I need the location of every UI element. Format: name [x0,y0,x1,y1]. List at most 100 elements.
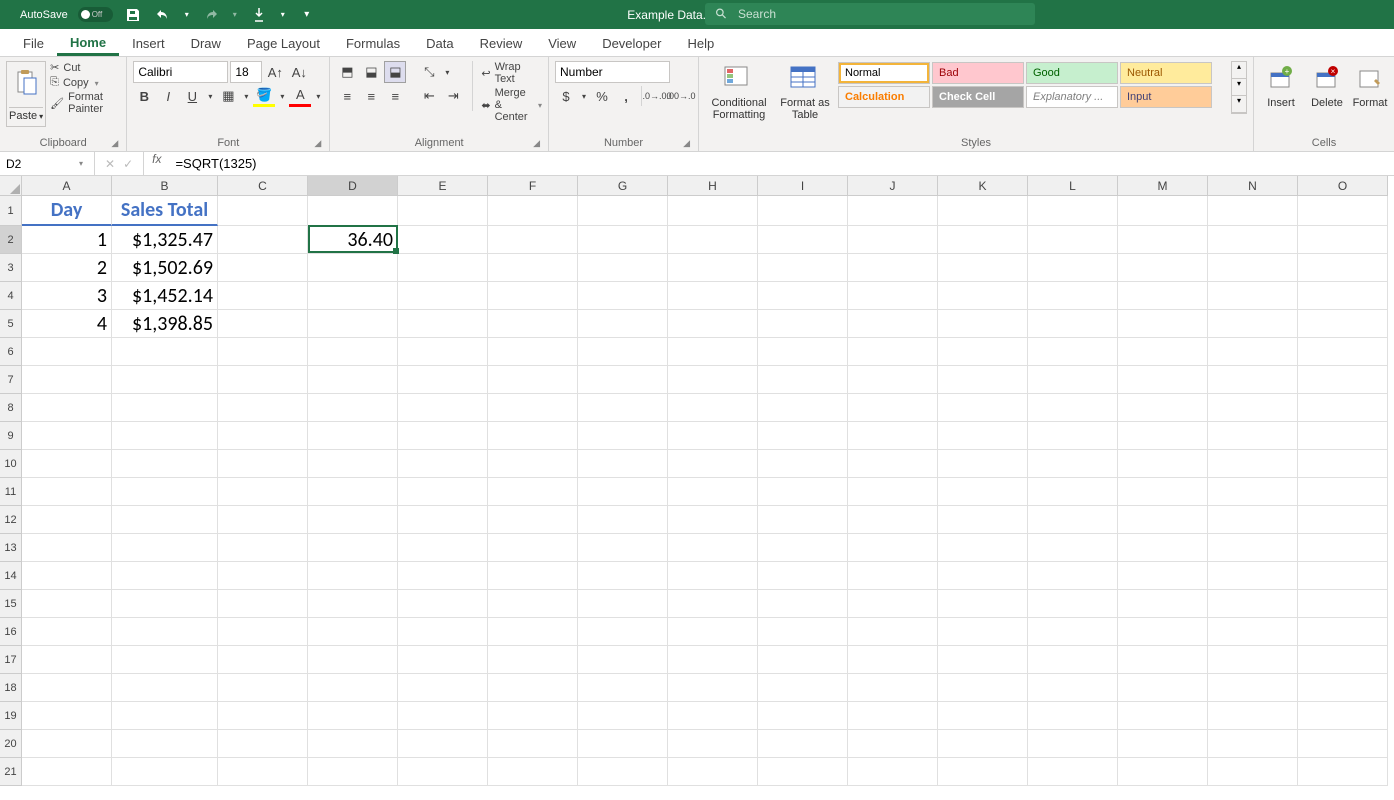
cell-K5[interactable] [938,310,1028,338]
cell-A18[interactable] [22,674,112,702]
cell-C9[interactable] [218,422,308,450]
cell-F10[interactable] [488,450,578,478]
cell-M19[interactable] [1118,702,1208,730]
cell-E15[interactable] [398,590,488,618]
cell-F12[interactable] [488,506,578,534]
enter-formula-icon[interactable]: ✓ [123,157,133,171]
accounting-dropdown-icon[interactable]: ▾ [579,85,589,107]
row-header-10[interactable]: 10 [0,450,22,478]
cell-O1[interactable] [1298,196,1388,226]
cell-N17[interactable] [1208,646,1298,674]
cell-H6[interactable] [668,338,758,366]
cell-K16[interactable] [938,618,1028,646]
cell-N18[interactable] [1208,674,1298,702]
cell-G14[interactable] [578,562,668,590]
borders-dropdown-icon[interactable]: ▾ [241,85,251,107]
cell-G17[interactable] [578,646,668,674]
font-size-select[interactable] [230,61,262,83]
cell-E20[interactable] [398,730,488,758]
column-header-C[interactable]: C [218,176,308,196]
cell-B15[interactable] [112,590,218,618]
column-header-J[interactable]: J [848,176,938,196]
align-bottom-icon[interactable]: ⬓ [384,61,406,83]
cell-F1[interactable] [488,196,578,226]
cell-M7[interactable] [1118,366,1208,394]
cell-A7[interactable] [22,366,112,394]
cell-J20[interactable] [848,730,938,758]
cell-E18[interactable] [398,674,488,702]
align-left-icon[interactable]: ≡ [336,85,358,107]
cell-C16[interactable] [218,618,308,646]
cell-J17[interactable] [848,646,938,674]
cell-J3[interactable] [848,254,938,282]
cell-A11[interactable] [22,478,112,506]
cell-H9[interactable] [668,422,758,450]
cell-C7[interactable] [218,366,308,394]
cell-I15[interactable] [758,590,848,618]
cell-J10[interactable] [848,450,938,478]
cell-D11[interactable] [308,478,398,506]
cell-M1[interactable] [1118,196,1208,226]
search-box[interactable] [705,3,1035,25]
row-header-9[interactable]: 9 [0,422,22,450]
font-name-select[interactable] [133,61,228,83]
cell-B20[interactable] [112,730,218,758]
cell-H18[interactable] [668,674,758,702]
borders-button[interactable]: ▦ [217,85,239,107]
cell-J14[interactable] [848,562,938,590]
accounting-format-icon[interactable]: $ [555,85,577,107]
column-header-M[interactable]: M [1118,176,1208,196]
cell-L4[interactable] [1028,282,1118,310]
column-header-K[interactable]: K [938,176,1028,196]
cell-C5[interactable] [218,310,308,338]
cell-B19[interactable] [112,702,218,730]
cell-L15[interactable] [1028,590,1118,618]
cell-H12[interactable] [668,506,758,534]
cell-A13[interactable] [22,534,112,562]
cell-K10[interactable] [938,450,1028,478]
cell-A1[interactable]: Day [22,196,112,226]
cell-D6[interactable] [308,338,398,366]
cell-G6[interactable] [578,338,668,366]
increase-font-icon[interactable]: A↑ [264,61,286,83]
cell-C8[interactable] [218,394,308,422]
customize-qat-icon[interactable]: ▾ [297,5,317,25]
cell-H10[interactable] [668,450,758,478]
cell-B13[interactable] [112,534,218,562]
cell-F9[interactable] [488,422,578,450]
cell-D18[interactable] [308,674,398,702]
tab-insert[interactable]: Insert [119,31,178,56]
cell-A9[interactable] [22,422,112,450]
cell-E13[interactable] [398,534,488,562]
cell-C21[interactable] [218,758,308,786]
cell-E3[interactable] [398,254,488,282]
number-format-select[interactable] [555,61,670,83]
cell-G21[interactable] [578,758,668,786]
redo-dropdown-icon[interactable]: ▾ [231,5,239,25]
cell-H16[interactable] [668,618,758,646]
fx-icon[interactable]: fx [144,152,169,175]
italic-button[interactable]: I [157,85,179,107]
cell-I21[interactable] [758,758,848,786]
cell-K19[interactable] [938,702,1028,730]
cell-D4[interactable] [308,282,398,310]
tab-developer[interactable]: Developer [589,31,674,56]
align-center-icon[interactable]: ≡ [360,85,382,107]
cell-L6[interactable] [1028,338,1118,366]
cell-I10[interactable] [758,450,848,478]
cell-B14[interactable] [112,562,218,590]
cell-N12[interactable] [1208,506,1298,534]
cell-O8[interactable] [1298,394,1388,422]
cell-E9[interactable] [398,422,488,450]
cell-O13[interactable] [1298,534,1388,562]
cell-J8[interactable] [848,394,938,422]
cell-H19[interactable] [668,702,758,730]
cell-A17[interactable] [22,646,112,674]
style-good[interactable]: Good [1026,62,1118,84]
orientation-icon[interactable]: ⤡ [418,61,440,83]
cell-F8[interactable] [488,394,578,422]
cell-A14[interactable] [22,562,112,590]
cell-D17[interactable] [308,646,398,674]
style-explanatory[interactable]: Explanatory ... [1026,86,1118,108]
cell-K15[interactable] [938,590,1028,618]
